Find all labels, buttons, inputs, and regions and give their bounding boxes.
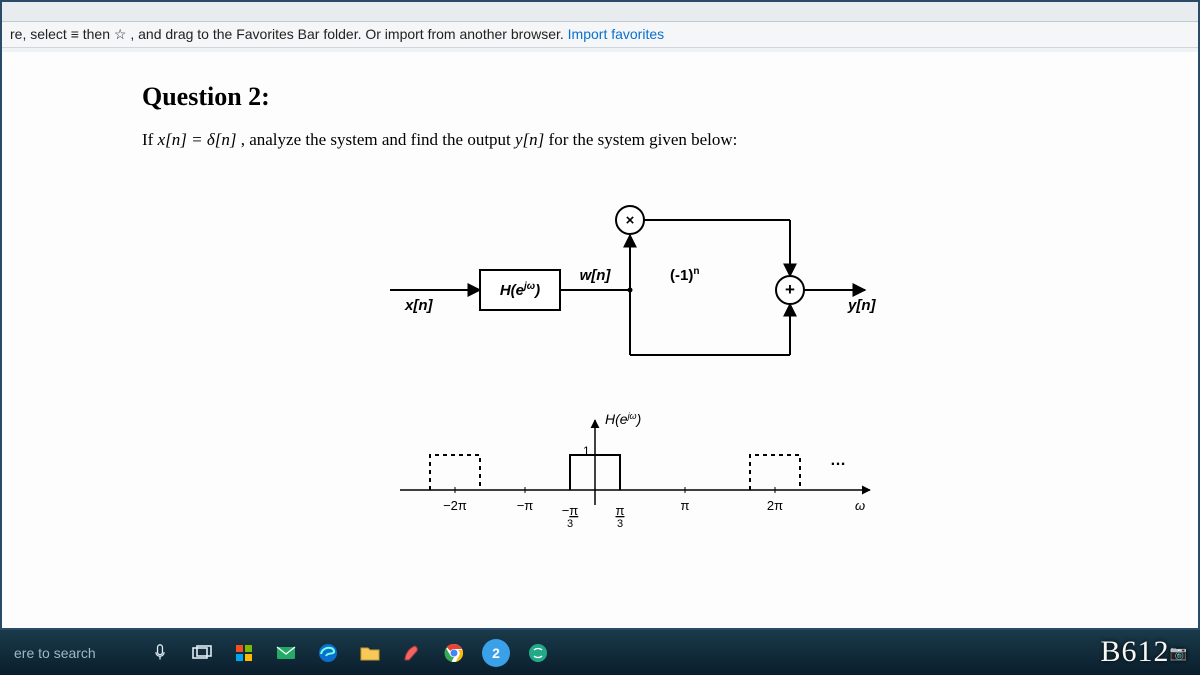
wn-label: w[n] [580,267,612,284]
badge-number: 2 [492,645,500,661]
yn-label: y[n] [847,297,877,314]
paint-icon[interactable] [398,639,426,667]
taskview-icon[interactable] [188,639,216,667]
tick-2pi: 2π [767,498,783,513]
import-favorites-link[interactable]: Import favorites [568,26,664,42]
windows-taskbar[interactable]: ere to search 2 [0,630,1200,675]
prompt-e: for the system given below: [549,130,738,149]
mail-icon[interactable] [272,639,300,667]
notification-badge[interactable]: 2 [482,639,510,667]
neg1n-label: (-1)n [670,266,699,284]
tick-pi3: π3 [616,503,625,530]
prompt-c: , analyze the system and find the output [241,130,515,149]
edge-icon[interactable] [314,639,342,667]
store-icon[interactable] [230,639,258,667]
fav-text-b: , and drag to the Favorites Bar folder. … [130,26,567,42]
window-titlebar [2,2,1198,22]
tick-omega: ω [855,498,865,513]
prompt-a: If [142,130,158,149]
plot-ylabel: H(ejω) [605,411,641,427]
fav-text-a: re, select ≡ then [10,26,114,42]
favorites-hint-bar: re, select ≡ then ☆ , and drag to the Fa… [2,22,1198,48]
tick-mpi: −π [517,498,534,513]
xn-label: x[n] [404,297,434,314]
question-title: Question 2: [142,82,1118,112]
chrome-icon[interactable] [440,639,468,667]
plot-dots: … [830,452,846,469]
watermark-sub: 📷 [1170,647,1188,662]
explorer-icon[interactable] [356,639,384,667]
tick-mpi3: −π3 [562,503,579,530]
block-diagram: x[n] H(ejω) w[n] × (-1)n [370,180,890,380]
plus-symbol: + [785,280,795,299]
prompt-math-1: x[n] = δ[n] [158,130,237,149]
mic-icon[interactable] [146,639,174,667]
app-icon[interactable] [524,639,552,667]
prompt-math-2: y[n] [515,130,544,149]
page-content: Question 2: If x[n] = δ[n] , analyze the… [2,52,1198,628]
mult-symbol: × [626,212,635,229]
watermark-text: B612 [1101,635,1170,668]
tick-m2pi: −2π [443,498,467,513]
question-prompt: If x[n] = δ[n] , analyze the system and … [142,130,1118,150]
diagram-container: x[n] H(ejω) w[n] × (-1)n [142,180,1118,530]
taskbar-icons: 2 [146,639,552,667]
star-icon: ☆ [114,26,127,42]
tick-pi: π [681,498,690,513]
taskbar-search[interactable]: ere to search [6,645,126,661]
filter-plot: H(ejω) 1 … −2π −π −π3 π3 [370,410,890,530]
watermark: B612📷 [1101,635,1188,669]
